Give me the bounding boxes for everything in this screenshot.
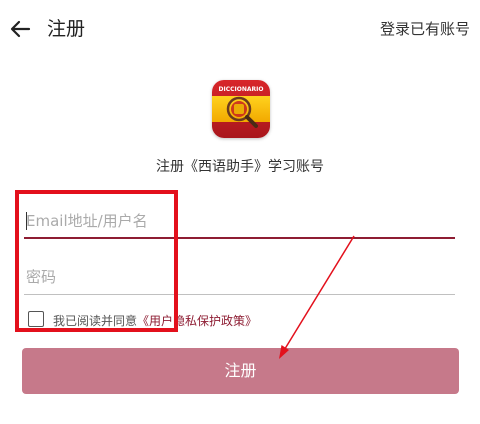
- login-existing-account-link[interactable]: 登录已有账号: [380, 18, 470, 40]
- register-submit-button[interactable]: 注册: [22, 348, 459, 394]
- password-input[interactable]: [24, 261, 457, 293]
- password-underline: [24, 294, 455, 295]
- privacy-policy-link[interactable]: 《用户隐私保护政策》: [137, 314, 257, 328]
- app-subtitle: 注册《西语助手》学习账号: [156, 159, 324, 175]
- agree-checkbox[interactable]: [28, 311, 44, 327]
- email-username-field[interactable]: [24, 205, 457, 239]
- app-logo-icon: DICCIONARIO: [212, 80, 270, 138]
- privacy-agreement-row: 我已阅读并同意《用户隐私保护政策》: [28, 309, 257, 329]
- email-underline: [24, 237, 455, 239]
- register-page: 注册 登录已有账号 DICCIONARIO 注册《西语助手》学习账号 Email…: [0, 0, 480, 424]
- password-field[interactable]: [24, 261, 457, 295]
- page-title: 注册: [47, 18, 86, 40]
- text-cursor: [26, 212, 27, 230]
- email-username-input[interactable]: [24, 205, 457, 237]
- svg-text:DICCIONARIO: DICCIONARIO: [219, 86, 264, 93]
- agree-label: 我已阅读并同意: [53, 313, 138, 328]
- back-arrow-icon[interactable]: [8, 16, 34, 42]
- top-bar: 注册 登录已有账号: [0, 0, 480, 60]
